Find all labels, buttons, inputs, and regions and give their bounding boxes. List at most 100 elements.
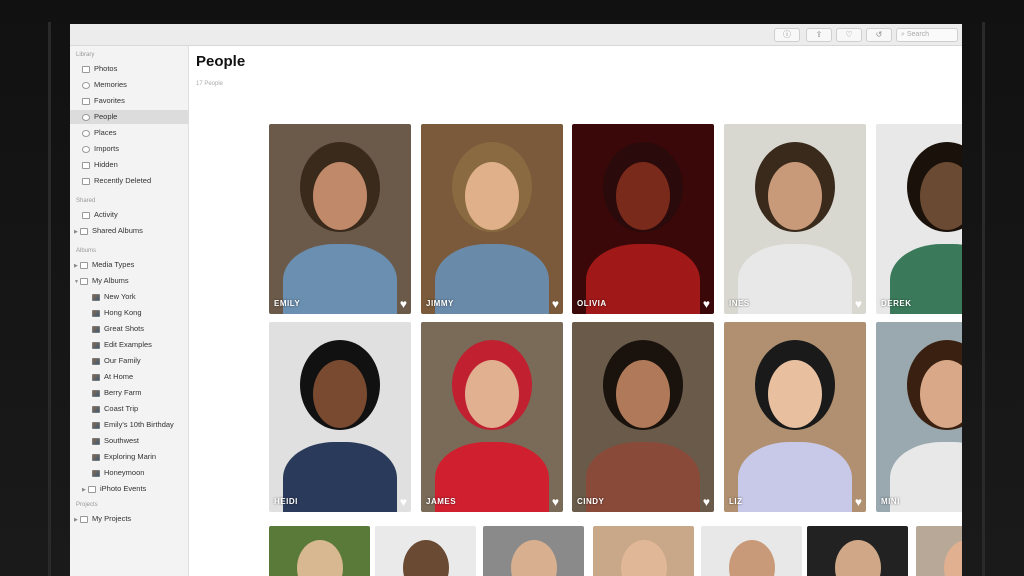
person-card[interactable]: [269, 526, 370, 576]
page-title: People: [196, 53, 246, 70]
sidebar-item-album[interactable]: Berry Farm: [70, 386, 189, 400]
portrait-face: [465, 360, 519, 428]
sidebar-item-media-types[interactable]: ▶ Media Types: [70, 258, 189, 272]
sidebar-item-label: Exploring Marin: [104, 452, 157, 461]
trash-icon: [82, 177, 90, 185]
heart-icon[interactable]: ♥: [400, 496, 407, 508]
toolbar: ⓘ ⇪ ♡ ↺ ⌕ Search: [70, 24, 962, 46]
portrait-body: [738, 442, 852, 512]
album-thumbnail-icon: [92, 293, 100, 301]
heart-icon[interactable]: ♥: [703, 298, 710, 310]
portrait-face: [465, 162, 519, 230]
heart-icon[interactable]: ♥: [552, 298, 559, 310]
heart-icon[interactable]: ♥: [400, 298, 407, 310]
album-thumbnail-icon: [92, 357, 100, 365]
sidebar: Library Photos Memories Favorites People…: [70, 46, 189, 576]
sidebar-item-label: Places: [94, 128, 117, 137]
heart-icon: [82, 97, 90, 105]
person-card[interactable]: MINI♥: [876, 322, 962, 512]
search-placeholder: Search: [906, 31, 930, 38]
sidebar-item-album[interactable]: Edit Examples: [70, 338, 189, 352]
sidebar-item-album[interactable]: Our Family: [70, 354, 189, 368]
sidebar-item-my-albums[interactable]: ▼ My Albums: [70, 274, 189, 288]
sidebar-item-album[interactable]: At Home: [70, 370, 189, 384]
search-input[interactable]: ⌕ Search: [896, 28, 958, 42]
person-card[interactable]: CINDY ♥: [572, 322, 714, 512]
person-card[interactable]: INES ♥: [724, 124, 866, 314]
person-name: OLIVIA: [577, 299, 607, 308]
portrait-body: [890, 442, 962, 512]
sidebar-item-activity[interactable]: Activity: [70, 208, 189, 222]
person-card[interactable]: OLIVIA ♥: [572, 124, 714, 314]
portrait-body: [283, 442, 397, 512]
person-card[interactable]: [807, 526, 908, 576]
person-name: JIMMY: [426, 299, 454, 308]
people-view: People 17 People EMILY ♥ JIMMY ♥ OLIVIA ♥ INES…: [189, 46, 962, 576]
person-card[interactable]: DEREK♥: [876, 124, 962, 314]
folder-icon: [80, 277, 88, 285]
sidebar-header-library: Library: [76, 52, 95, 58]
info-icon[interactable]: ⓘ: [774, 28, 800, 42]
sidebar-item-label: Hong Kong: [104, 308, 142, 317]
photos-window: ⓘ ⇪ ♡ ↺ ⌕ Search Library Photos Memories…: [70, 24, 962, 576]
person-card[interactable]: EMILY ♥: [269, 124, 411, 314]
person-card[interactable]: [701, 526, 802, 576]
sidebar-item-recently-deleted[interactable]: Recently Deleted: [70, 174, 189, 188]
share-icon[interactable]: ⇪: [806, 28, 832, 42]
sidebar-item-my-projects[interactable]: ▶ My Projects: [70, 512, 189, 526]
portrait-face: [511, 540, 557, 576]
album-thumbnail-icon: [92, 405, 100, 413]
sidebar-item-label: My Albums: [92, 276, 129, 285]
person-card[interactable]: HEIDI ♥: [269, 322, 411, 512]
person-card[interactable]: JAMES ♥: [421, 322, 563, 512]
sidebar-item-people[interactable]: People: [70, 110, 189, 124]
sidebar-item-label: Recently Deleted: [94, 176, 152, 185]
portrait-body: [738, 244, 852, 314]
sidebar-item-imports[interactable]: Imports: [70, 142, 189, 156]
person-card[interactable]: [593, 526, 694, 576]
portrait-face: [297, 540, 343, 576]
sidebar-item-favorites[interactable]: Favorites: [70, 94, 189, 108]
heart-icon[interactable]: ♥: [855, 298, 862, 310]
person-card[interactable]: [483, 526, 584, 576]
favorite-icon[interactable]: ♡: [836, 28, 862, 42]
sidebar-item-album[interactable]: Coast Trip: [70, 402, 189, 416]
sidebar-item-photos[interactable]: Photos: [70, 62, 189, 76]
cloud-icon: [82, 211, 90, 219]
sidebar-item-places[interactable]: Places: [70, 126, 189, 140]
sidebar-item-album[interactable]: Southwest: [70, 434, 189, 448]
sidebar-item-shared-albums[interactable]: ▶ Shared Albums: [70, 224, 189, 238]
person-card[interactable]: [375, 526, 476, 576]
person-card[interactable]: [916, 526, 962, 576]
person-card[interactable]: LIZ ♥: [724, 322, 866, 512]
heart-icon[interactable]: ♥: [703, 496, 710, 508]
sidebar-item-album[interactable]: New York: [70, 290, 189, 304]
sidebar-item-album[interactable]: Honeymoon: [70, 466, 189, 480]
sidebar-item-album[interactable]: Emily's 10th Birthday: [70, 418, 189, 432]
album-thumbnail-icon: [92, 325, 100, 333]
sidebar-item-label: People: [94, 112, 118, 121]
sidebar-item-label: Photos: [94, 64, 118, 73]
bezel-edge-right: [982, 22, 985, 576]
sidebar-item-label: Favorites: [94, 96, 125, 105]
portrait-face: [944, 540, 962, 576]
sidebar-header-shared: Shared: [76, 198, 96, 204]
heart-icon[interactable]: ♥: [552, 496, 559, 508]
sidebar-item-label: Shared Albums: [92, 226, 143, 235]
sidebar-item-memories[interactable]: Memories: [70, 78, 189, 92]
rotate-icon[interactable]: ↺: [866, 28, 892, 42]
sidebar-item-hidden[interactable]: Hidden: [70, 158, 189, 172]
person-card[interactable]: JIMMY ♥: [421, 124, 563, 314]
sidebar-item-label: iPhoto Events: [100, 484, 147, 493]
portrait-face: [621, 540, 667, 576]
heart-icon[interactable]: ♥: [855, 496, 862, 508]
sidebar-item-iphoto-events[interactable]: ▶ iPhoto Events: [70, 482, 189, 496]
sidebar-item-album[interactable]: Hong Kong: [70, 306, 189, 320]
sidebar-item-album[interactable]: Exploring Marin: [70, 450, 189, 464]
sidebar-item-album[interactable]: Great Shots: [70, 322, 189, 336]
portrait-face: [313, 360, 367, 428]
folder-icon: [80, 261, 88, 269]
sidebar-item-label: Berry Farm: [104, 388, 142, 397]
sidebar-header-projects: Projects: [76, 502, 98, 508]
person-name: INES: [729, 299, 750, 308]
